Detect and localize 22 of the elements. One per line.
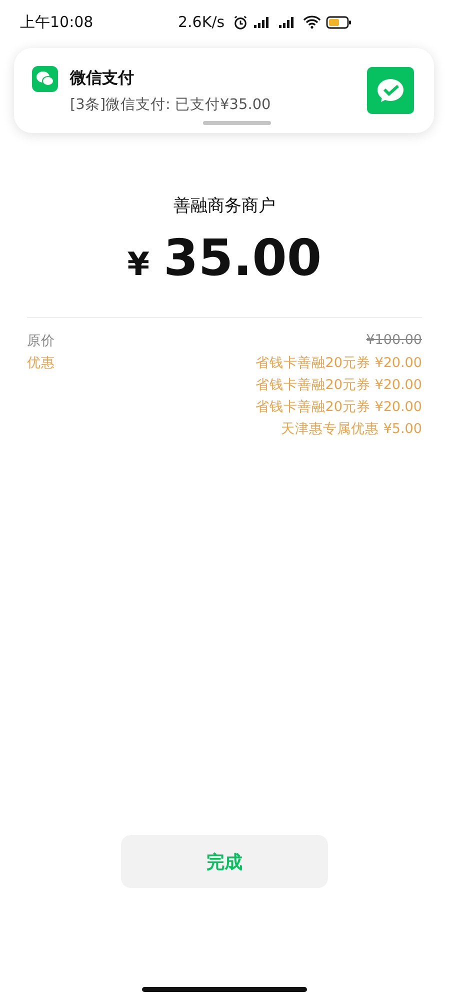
drag-handle[interactable] (203, 121, 271, 125)
notification-card[interactable]: 微信支付 [3条]微信支付: 已支付¥35.00 (14, 48, 434, 133)
detail-value: 天津惠专属优惠 ¥5.00 (281, 420, 422, 438)
chat-app-icon (32, 66, 58, 92)
network-speed: 2.6K/s (178, 13, 225, 31)
notification-message: [3条]微信支付: 已支付¥35.00 (70, 96, 271, 114)
status-time: 上午10:08 (20, 12, 94, 32)
wifi-icon (302, 15, 321, 29)
detail-value: 省钱卡善融20元券 ¥20.00 (255, 376, 422, 394)
detail-value: ¥100.00 (366, 332, 422, 348)
currency-symbol: ¥ (127, 245, 150, 283)
detail-label: 优惠 (27, 354, 55, 373)
notification-app-name: 微信支付 (70, 68, 134, 88)
home-indicator[interactable] (142, 987, 307, 992)
payment-amount: 35.00 (164, 229, 322, 287)
detail-value: 省钱卡善融20元券 ¥20.00 (255, 354, 422, 372)
payment-check-icon (367, 67, 414, 114)
battery-icon (326, 16, 352, 28)
merchant-name: 善融商务商户 (172, 195, 276, 217)
alarm-icon (232, 14, 248, 30)
detail-value: 省钱卡善融20元券 ¥20.00 (255, 398, 422, 416)
detail-label: 原价 (27, 332, 55, 350)
